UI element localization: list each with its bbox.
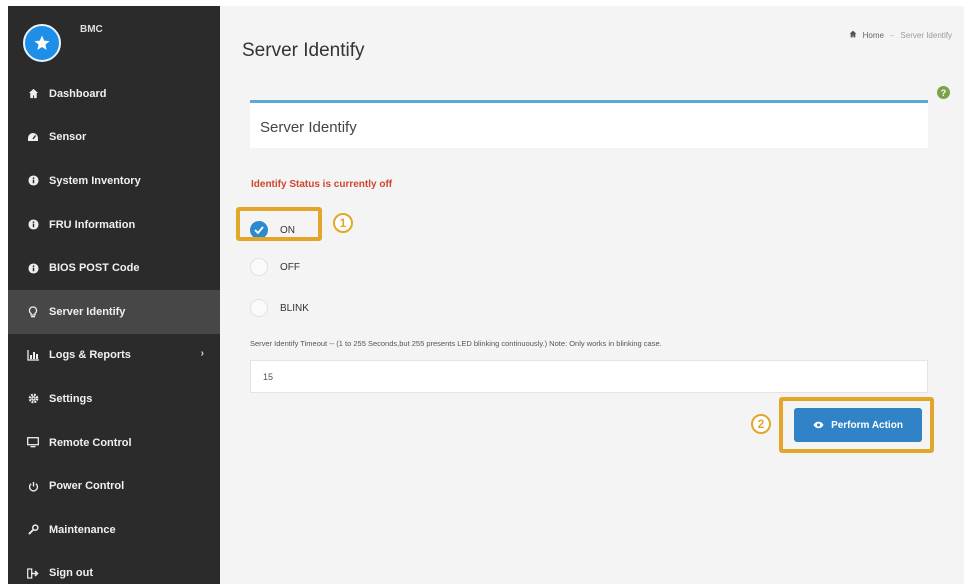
main-content: Server Identify Home – Server Identify ?… (220, 6, 964, 584)
breadcrumb: Home – Server Identify (849, 30, 952, 40)
lightbulb-icon (26, 305, 40, 319)
page-title: Server Identify (242, 40, 365, 61)
breadcrumb-separator: – (889, 30, 895, 40)
sidebar-item-sign-out[interactable]: Sign out (8, 552, 220, 585)
home-icon (26, 87, 40, 101)
radio-unchecked-icon[interactable] (250, 258, 268, 276)
monitor-icon (26, 436, 40, 450)
radio-unchecked-icon[interactable] (250, 299, 268, 317)
dashboard-gauge-icon (26, 130, 40, 144)
sidebar-item-label: Server Identify (49, 305, 126, 318)
callout-number-1: 1 (333, 213, 353, 233)
identify-status-text: Identify Status is currently off (251, 179, 393, 190)
sidebar-item-system-inventory[interactable]: System Inventory (8, 159, 220, 203)
highlight-box-on (236, 207, 322, 241)
sidebar-item-label: System Inventory (49, 174, 141, 187)
perform-action-label: Perform Action (831, 419, 903, 431)
eye-icon (813, 421, 824, 429)
sidebar: BMC Dashboard Sensor System Inventory FR… (8, 6, 220, 584)
bar-chart-icon (26, 348, 40, 362)
radio-label: BLINK (280, 302, 309, 314)
sidebar-item-power-control[interactable]: Power Control (8, 464, 220, 508)
sidebar-item-dashboard[interactable]: Dashboard (8, 72, 220, 116)
sidebar-item-logs-reports[interactable]: Logs & Reports › (8, 334, 220, 378)
gear-icon (26, 392, 40, 406)
sidebar-item-remote-control[interactable]: Remote Control (8, 421, 220, 465)
timeout-label: Server Identify Timeout -- (1 to 255 Sec… (250, 339, 662, 348)
sidebar-item-label: Power Control (49, 480, 125, 493)
home-icon (849, 30, 857, 40)
info-circle-icon (26, 261, 40, 275)
sign-out-icon (26, 566, 40, 580)
info-circle-icon (26, 174, 40, 188)
sidebar-item-label: Logs & Reports (49, 349, 131, 362)
logo-star-icon[interactable] (23, 24, 61, 62)
sidebar-item-label: FRU Information (49, 218, 136, 231)
sidebar-item-server-identify[interactable]: Server Identify (8, 289, 220, 334)
radio-label: OFF (280, 261, 300, 273)
timeout-input[interactable]: 15 (250, 360, 928, 393)
sidebar-item-fru-information[interactable]: FRU Information (8, 203, 220, 247)
sidebar-item-settings[interactable]: Settings (8, 377, 220, 421)
sidebar-item-label: Dashboard (49, 87, 107, 100)
sidebar-item-bios-post-code[interactable]: BIOS POST Code (8, 246, 220, 290)
sidebar-nav: Dashboard Sensor System Inventory FRU In… (8, 72, 220, 585)
sidebar-item-sensor[interactable]: Sensor (8, 116, 220, 160)
power-icon (26, 479, 40, 493)
sidebar-item-label: Settings (49, 392, 93, 405)
perform-action-button[interactable]: Perform Action (794, 408, 922, 442)
radio-blink[interactable]: BLINK (250, 299, 309, 317)
callout-number-2: 2 (751, 414, 771, 434)
sidebar-item-maintenance[interactable]: Maintenance (8, 508, 220, 552)
server-identify-panel: Server Identify (250, 100, 928, 148)
brand-name: BMC (80, 24, 103, 35)
brand: BMC (8, 6, 220, 72)
sidebar-item-label: BIOS POST Code (49, 262, 140, 275)
chevron-right-icon: › (200, 347, 204, 359)
help-icon[interactable]: ? (937, 86, 950, 99)
breadcrumb-home-link[interactable]: Home (863, 31, 884, 40)
sidebar-item-label: Sensor (49, 131, 87, 144)
radio-off[interactable]: OFF (250, 258, 300, 276)
sidebar-item-label: Remote Control (49, 436, 132, 449)
wrench-icon (26, 523, 40, 537)
sidebar-item-label: Sign out (49, 567, 93, 580)
sidebar-item-label: Maintenance (49, 523, 116, 536)
breadcrumb-current: Server Identify (900, 30, 952, 40)
info-circle-icon (26, 218, 40, 232)
panel-title: Server Identify (260, 119, 357, 136)
